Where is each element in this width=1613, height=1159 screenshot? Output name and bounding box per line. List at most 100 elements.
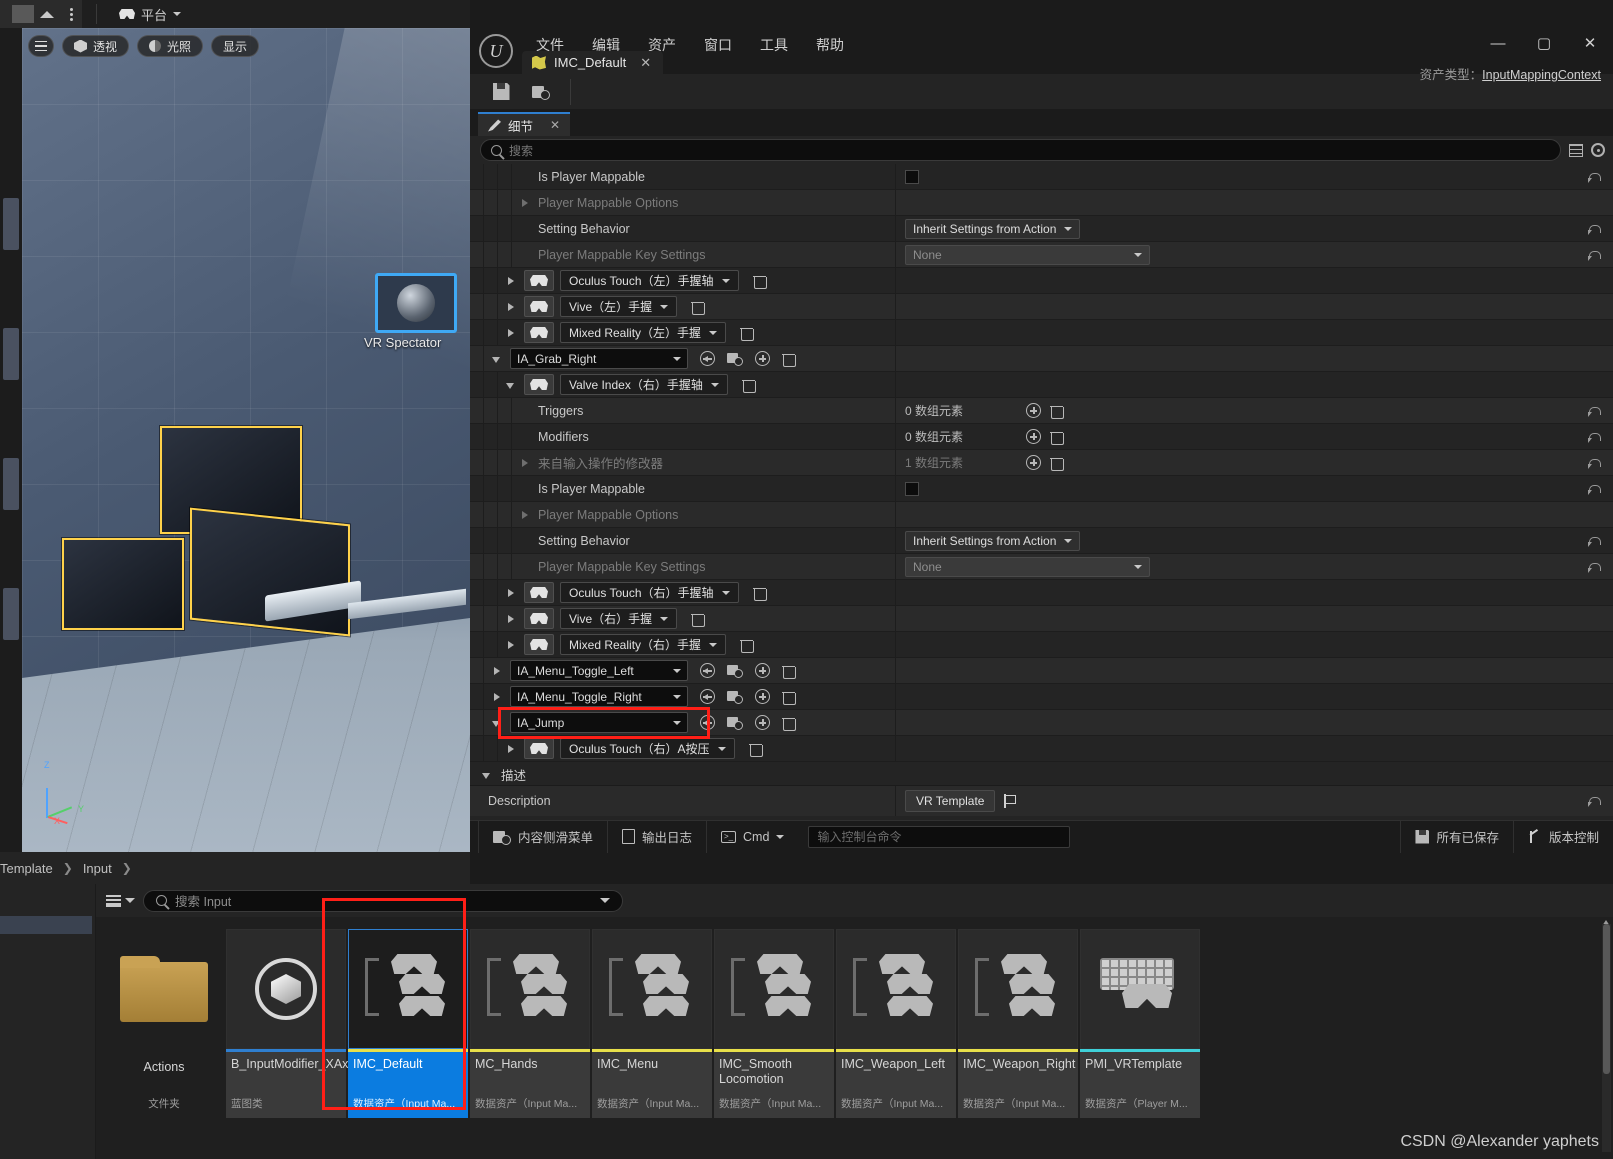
revert-icon[interactable] — [1588, 431, 1601, 443]
asset-tile[interactable]: IMC_Default 数据资产（Input Ma... — [348, 929, 468, 1129]
chevron-right-icon[interactable] — [504, 326, 518, 340]
sources-selected-item[interactable] — [0, 916, 92, 934]
description-header[interactable]: 描述 — [470, 764, 1613, 786]
gamepad-key-button[interactable] — [524, 322, 554, 343]
asset-tile-grid[interactable]: Actions 文件夹 B_InputModifier_XAxisPositiveO… — [96, 917, 1596, 1159]
input-action-combo[interactable]: IA_Menu_Toggle_Left — [510, 660, 688, 681]
menu-help[interactable]: 帮助 — [802, 32, 858, 58]
property-row[interactable]: Vive（右）手握 — [470, 606, 1613, 632]
chevron-right-icon[interactable] — [504, 586, 518, 600]
content-browser-sources-panel[interactable] — [0, 884, 96, 1159]
chevron-right-icon[interactable] — [518, 196, 532, 210]
menu-window[interactable]: 窗口 — [690, 32, 746, 58]
gamepad-key-button[interactable] — [524, 270, 554, 291]
property-row[interactable]: Mixed Reality（左）手握 — [470, 320, 1613, 346]
revert-icon[interactable] — [1588, 171, 1601, 183]
is-player-mappable-checkbox[interactable] — [905, 481, 919, 496]
cmd-selector[interactable]: >_ Cmd — [707, 821, 798, 853]
flag-icon[interactable] — [1004, 794, 1017, 808]
delete-icon[interactable] — [691, 300, 706, 315]
player-mappable-key-settings-combo[interactable]: None — [905, 244, 1150, 265]
column-view-icon[interactable] — [1569, 143, 1583, 157]
delete-icon[interactable] — [752, 586, 767, 601]
gear-icon[interactable] — [1591, 143, 1605, 157]
reset-icon[interactable] — [700, 663, 715, 678]
delete-icon[interactable] — [752, 274, 767, 289]
content-drawer-button[interactable]: 内容侧滑菜单 — [478, 820, 609, 853]
unreal-logo-icon[interactable]: U — [470, 28, 522, 74]
viewport-perspective-button[interactable]: 透视 — [62, 35, 130, 57]
eject-button[interactable] — [34, 0, 60, 28]
property-row[interactable]: Player Mappable Options — [470, 502, 1613, 528]
revert-icon[interactable] — [1588, 405, 1601, 417]
clear-array-icon[interactable] — [1050, 456, 1064, 471]
all-saved-button[interactable]: 所有已保存 — [1400, 820, 1514, 853]
delete-icon[interactable] — [691, 612, 706, 627]
gamepad-key-button[interactable] — [524, 634, 554, 655]
revert-icon[interactable] — [1588, 483, 1601, 495]
chevron-right-icon[interactable] — [490, 664, 504, 678]
asset-tile[interactable]: IMC_Smooth Locomotion 数据资产（Input Ma... — [714, 929, 834, 1129]
revert-icon[interactable] — [1588, 249, 1601, 261]
gamepad-key-button[interactable] — [524, 582, 554, 603]
property-row[interactable]: Modifiers 0 数组元素 — [470, 424, 1613, 450]
input-action-combo[interactable]: IA_Jump — [510, 712, 688, 733]
property-row[interactable]: IA_Menu_Toggle_Right — [470, 684, 1613, 710]
add-icon[interactable] — [755, 689, 770, 704]
delete-icon[interactable] — [741, 378, 756, 393]
delete-icon[interactable] — [782, 352, 796, 367]
property-row[interactable]: IA_Jump — [470, 710, 1613, 736]
more-options-icon[interactable] — [60, 0, 82, 28]
browse-button[interactable] — [524, 77, 558, 107]
browse-icon[interactable] — [727, 690, 743, 704]
delete-icon[interactable] — [782, 716, 796, 731]
gamepad-key-button[interactable] — [524, 374, 554, 395]
revert-icon[interactable] — [1588, 795, 1601, 807]
property-row[interactable]: Setting Behavior Inherit Settings from Ac… — [470, 528, 1613, 554]
save-button[interactable] — [484, 77, 518, 107]
chevron-down-icon[interactable] — [490, 352, 504, 366]
search-input[interactable]: 搜索 — [480, 139, 1561, 161]
input-action-combo[interactable]: IA_Menu_Toggle_Right — [510, 686, 688, 707]
asset-tile[interactable]: PMI_VRTemplate 数据资产（Player M... — [1080, 929, 1200, 1129]
level-viewport[interactable]: VR Spectator Z Y X 透视 光照 显示 — [0, 28, 470, 852]
chevron-down-icon[interactable] — [490, 716, 504, 730]
property-row[interactable]: Mixed Reality（右）手握 — [470, 632, 1613, 658]
browse-icon[interactable] — [727, 352, 743, 366]
delete-icon[interactable] — [782, 664, 796, 679]
player-mappable-key-settings-combo[interactable]: None — [905, 556, 1150, 577]
asset-tile[interactable]: IMC_Weapon_Left 数据资产（Input Ma... — [836, 929, 956, 1129]
chevron-down-icon[interactable] — [600, 898, 610, 903]
details-property-table[interactable]: Is Player Mappable Player Mappable Option… — [470, 164, 1613, 764]
key-selector[interactable]: Mixed Reality（左）手握 — [560, 322, 727, 343]
close-button[interactable]: ✕ — [1567, 28, 1613, 58]
gamepad-key-button[interactable] — [524, 608, 554, 629]
chevron-down-icon[interactable] — [504, 378, 518, 392]
property-row[interactable]: Oculus Touch（左）手握轴 — [470, 268, 1613, 294]
asset-tile[interactable]: B_InputModifier_XAxisPositiveOnly 蓝图类 — [226, 929, 427, 1129]
asset-tile[interactable]: MC_Hands 数据资产（Input Ma... — [470, 929, 590, 1129]
property-row[interactable]: Player Mappable Key Settings None — [470, 554, 1613, 580]
tab-imc-default[interactable]: IMC_Default ✕ — [522, 51, 664, 74]
property-row[interactable]: IA_Grab_Right — [470, 346, 1613, 372]
property-row[interactable]: Player Mappable Options — [470, 190, 1613, 216]
asset-type-value[interactable]: InputMappingContext — [1482, 68, 1601, 82]
property-row[interactable]: Player Mappable Key Settings None — [470, 242, 1613, 268]
key-selector[interactable]: Vive（右）手握 — [560, 608, 678, 629]
chevron-right-icon[interactable] — [518, 456, 532, 470]
gamepad-key-button[interactable] — [524, 738, 554, 759]
reset-icon[interactable] — [700, 689, 715, 704]
breadcrumb-item-input[interactable]: Input — [83, 861, 112, 876]
property-row[interactable]: Oculus Touch（右）A按压 — [470, 736, 1613, 762]
add-element-icon[interactable] — [1026, 429, 1041, 444]
key-selector[interactable]: Valve Index（右）手握轴 — [560, 374, 728, 395]
revert-icon[interactable] — [1588, 457, 1601, 469]
maximize-button[interactable]: ▢ — [1521, 28, 1567, 58]
tab-details[interactable]: 细节 ✕ — [478, 112, 571, 136]
property-row[interactable]: IA_Menu_Toggle_Left — [470, 658, 1613, 684]
key-selector[interactable]: Mixed Reality（右）手握 — [560, 634, 727, 655]
add-icon[interactable] — [755, 351, 770, 366]
viewport-lit-button[interactable]: 光照 — [137, 35, 204, 57]
reset-icon[interactable] — [700, 351, 715, 366]
key-selector[interactable]: Oculus Touch（左）手握轴 — [560, 270, 739, 291]
